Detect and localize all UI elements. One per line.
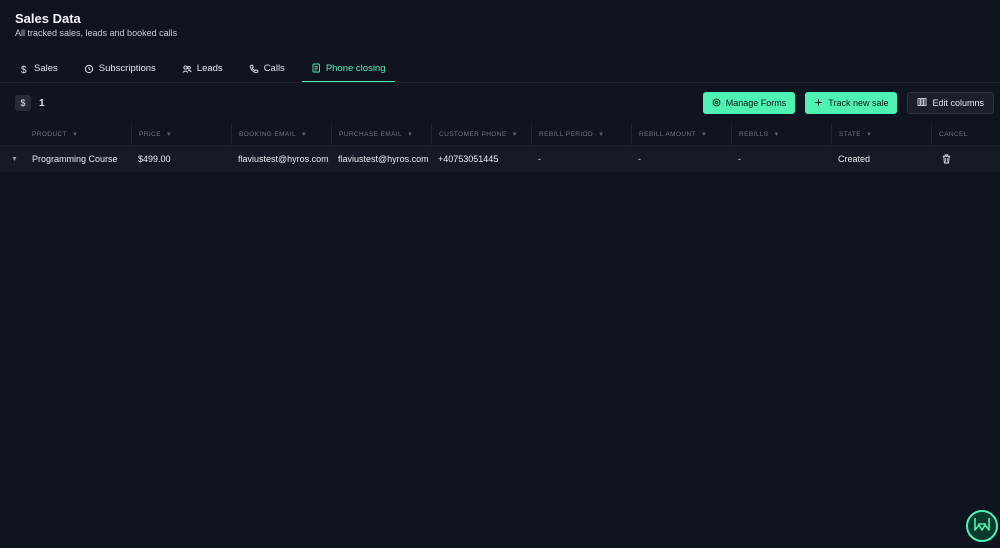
cell-product: Programming Course <box>32 154 118 164</box>
hyros-logo-button[interactable] <box>966 510 998 542</box>
tab-label: Phone closing <box>325 62 386 74</box>
cell-cancel <box>931 146 1000 172</box>
tab-label: Calls <box>263 63 285 74</box>
result-count: $ 1 <box>15 95 45 111</box>
cell-state: Created <box>838 154 871 164</box>
chevron-down-icon: ▼ <box>407 131 414 138</box>
column-header-price[interactable]: Price ▼ <box>131 124 231 145</box>
document-icon <box>311 63 321 73</box>
phone-icon <box>249 64 259 74</box>
chevron-down-icon: ▼ <box>71 131 79 138</box>
manage-forms-button[interactable]: Manage Forms <box>702 92 796 114</box>
cell-rebill-period: - <box>538 154 541 164</box>
chevron-down-icon: ▼ <box>700 131 708 138</box>
tab-calls[interactable]: Calls <box>240 55 294 82</box>
caret-down-icon: ▼ <box>11 155 18 163</box>
tab-label: Sales <box>34 63 58 74</box>
chevron-down-icon: ▼ <box>165 131 173 138</box>
cell-rebill-amount: - <box>638 154 641 164</box>
manage-forms-label: Manage Forms <box>725 98 787 108</box>
chevron-down-icon: ▼ <box>511 131 518 138</box>
tab-label: Subscriptions <box>98 63 156 74</box>
tab-bar: $ Sales Subscriptions Leads Calls Phone … <box>10 55 403 82</box>
track-new-sale-button[interactable]: Track new sale <box>805 92 898 114</box>
column-header-rebill-period[interactable]: Rebill period ▼ <box>531 124 631 145</box>
users-icon <box>182 64 192 74</box>
tab-label: Leads <box>196 63 223 74</box>
page-header: Sales Data All tracked sales, leads and … <box>15 10 177 38</box>
trash-icon[interactable] <box>942 154 951 164</box>
table-header: Product ▼ Price ▼ Booking email ▼ Purchase … <box>0 124 1000 146</box>
edit-columns-label: Edit columns <box>932 98 984 108</box>
cell-purchase-email: flaviustest@hyros.com <box>338 154 429 164</box>
cell-customer-phone: +40753051445 <box>438 154 499 164</box>
column-header-booking-email[interactable]: Booking email ▼ <box>231 124 331 145</box>
column-header-product[interactable]: Product ▼ <box>25 124 131 145</box>
plus-icon <box>814 98 823 109</box>
hyros-logo-icon <box>972 514 992 539</box>
expand-row-toggle[interactable]: ▼ <box>0 146 25 172</box>
column-header-cancel: Cancel <box>931 124 1000 145</box>
app-root: Sales Data All tracked sales, leads and … <box>0 0 1000 548</box>
settings-icon <box>712 98 721 109</box>
column-header-state[interactable]: State ▼ <box>831 124 931 145</box>
tab-phone-closing[interactable]: Phone closing <box>301 55 395 82</box>
columns-icon <box>917 97 927 109</box>
refresh-icon <box>84 64 94 74</box>
tab-subscriptions[interactable]: Subscriptions <box>75 55 165 82</box>
column-header-purchase-email[interactable]: Purchase email ▼ <box>331 124 431 145</box>
page-title: Sales Data <box>15 11 81 26</box>
tab-sales[interactable]: $ Sales <box>10 55 67 82</box>
chevron-down-icon: ▼ <box>773 131 780 138</box>
column-header-rebills[interactable]: Rebills ▼ <box>731 124 831 145</box>
sales-table: Product ▼ Price ▼ Booking email ▼ Purchase … <box>0 124 1000 172</box>
currency-badge: $ <box>15 95 31 111</box>
chevron-down-icon: ▼ <box>598 131 605 138</box>
toolbar-actions: Manage Forms Track new sale Edit columns <box>702 92 994 114</box>
table-row[interactable]: ▼ Programming Course $499.00 flaviustest… <box>0 146 1000 172</box>
cell-price: $499.00 <box>138 154 171 164</box>
count-value: 1 <box>39 97 45 109</box>
edit-columns-button[interactable]: Edit columns <box>907 92 994 114</box>
column-header-rebill-amount[interactable]: Rebill amount ▼ <box>631 124 731 145</box>
chevron-down-icon: ▼ <box>865 131 873 138</box>
track-new-sale-label: Track new sale <box>828 98 889 108</box>
svg-text:$: $ <box>21 65 27 74</box>
column-header-customer-phone[interactable]: Customer phone ▼ <box>431 124 531 145</box>
tabs-divider <box>0 82 1000 83</box>
page-subtitle: All tracked sales, leads and booked call… <box>15 28 178 38</box>
expand-column-header <box>0 124 25 145</box>
cell-booking-email: flaviustest@hyros.com <box>238 154 329 164</box>
chevron-down-icon: ▼ <box>300 131 308 138</box>
tab-leads[interactable]: Leads <box>173 55 232 82</box>
cell-rebills: - <box>738 154 741 164</box>
dollar-icon: $ <box>19 64 29 74</box>
